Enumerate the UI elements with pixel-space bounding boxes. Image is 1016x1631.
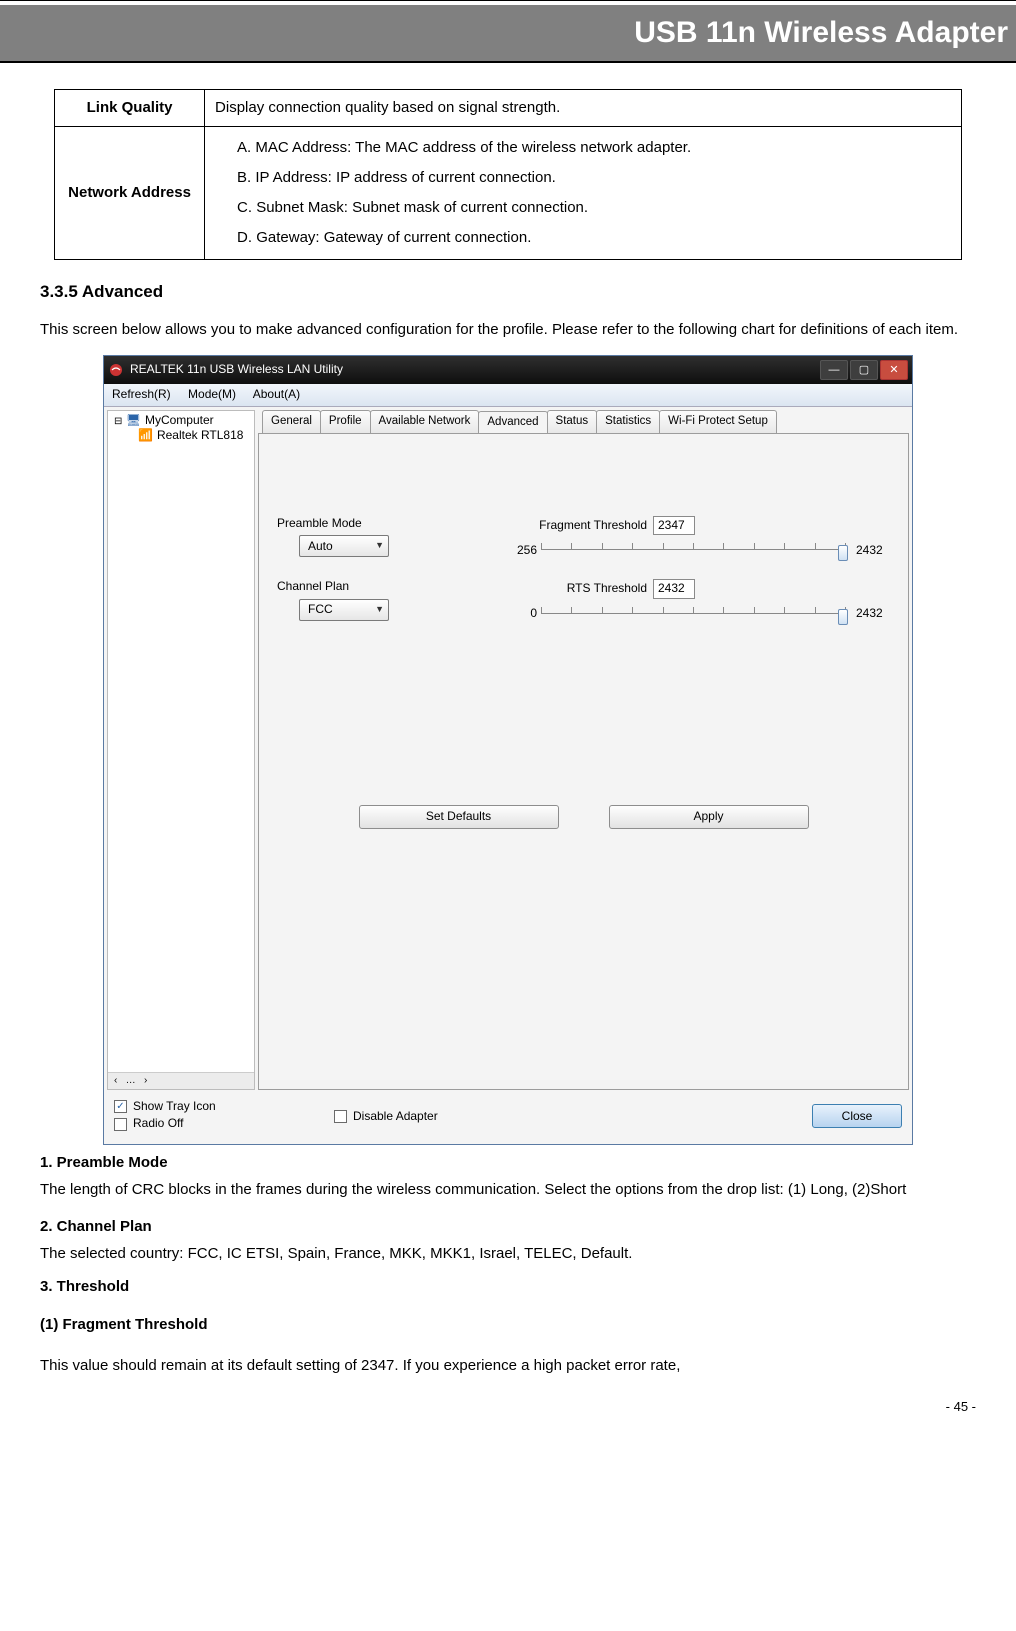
radio-off-label: Radio Off xyxy=(133,1116,183,1132)
advanced-panel: Preamble Mode Auto ▼ Fragment Threshold … xyxy=(258,433,909,1090)
preamble-text: The length of CRC blocks in the frames d… xyxy=(40,1175,976,1205)
computer-icon: 🖥 xyxy=(126,413,141,427)
menubar: Refresh(R) Mode(M) About(A) xyxy=(104,384,912,407)
subnet-line: C. Subnet Mask: Subnet mask of current c… xyxy=(237,193,951,223)
tab-available-network[interactable]: Available Network xyxy=(370,410,480,433)
tab-profile[interactable]: Profile xyxy=(320,410,371,433)
titlebar[interactable]: REALTEK 11n USB Wireless LAN Utility — ▢… xyxy=(104,356,912,384)
menu-refresh[interactable]: Refresh(R) xyxy=(112,387,171,401)
dropdown-arrow-icon: ▼ xyxy=(375,604,384,616)
gateway-line: D. Gateway: Gateway of current connectio… xyxy=(237,223,951,253)
menu-mode[interactable]: Mode(M) xyxy=(188,387,236,401)
realtek-utility-window: REALTEK 11n USB Wireless LAN Utility — ▢… xyxy=(103,355,913,1145)
tree-toggle-icon[interactable]: ⊟ xyxy=(114,416,122,427)
maximize-button[interactable]: ▢ xyxy=(850,360,878,380)
device-tree[interactable]: ⊟ 🖥 MyComputer 📶 Realtek RTL818 ‹ … › xyxy=(107,410,255,1090)
rts-threshold-value[interactable]: 2432 xyxy=(653,579,695,599)
link-quality-label: Link Quality xyxy=(55,90,205,127)
section-intro: This screen below allows you to make adv… xyxy=(40,315,976,345)
radio-off-checkbox[interactable] xyxy=(114,1118,127,1131)
preamble-dropdown[interactable]: Auto ▼ xyxy=(299,535,389,557)
tree-root[interactable]: MyComputer xyxy=(145,413,214,427)
tree-child[interactable]: Realtek RTL818 xyxy=(157,428,244,442)
section-heading: 3.3.5 Advanced xyxy=(40,278,976,305)
minimize-button[interactable]: — xyxy=(820,360,848,380)
bottom-options: ✓ Show Tray Icon Radio Off Disable Adapte… xyxy=(104,1093,912,1144)
apply-button[interactable]: Apply xyxy=(609,805,809,829)
channel-heading: 2. Channel Plan xyxy=(40,1215,976,1239)
preamble-heading: 1. Preamble Mode xyxy=(40,1151,976,1175)
page-content: Link Quality Display connection quality … xyxy=(0,69,1016,1381)
adapter-icon: 📶 xyxy=(138,428,153,442)
disable-adapter-label: Disable Adapter xyxy=(353,1109,438,1125)
preamble-value: Auto xyxy=(308,539,333,555)
channel-plan-value: FCC xyxy=(308,602,333,618)
page-header: USB 11n Wireless Adapter xyxy=(0,5,1016,63)
menu-about[interactable]: About(A) xyxy=(253,387,300,401)
tab-wifi-protect[interactable]: Wi-Fi Protect Setup xyxy=(659,410,777,433)
fragment-threshold-heading: (1) Fragment Threshold xyxy=(40,1313,976,1337)
dropdown-arrow-icon: ▼ xyxy=(375,540,384,552)
fragment-min: 256 xyxy=(497,543,537,559)
rts-slider-thumb[interactable] xyxy=(838,609,848,625)
channel-plan-dropdown[interactable]: FCC ▼ xyxy=(299,599,389,621)
network-address-desc: A. MAC Address: The MAC address of the w… xyxy=(205,127,962,260)
preamble-label: Preamble Mode xyxy=(277,516,477,532)
fragment-threshold-label: Fragment Threshold xyxy=(497,518,647,534)
mac-line: A. MAC Address: The MAC address of the w… xyxy=(237,133,951,163)
tab-general[interactable]: General xyxy=(262,410,321,433)
fragment-slider-thumb[interactable] xyxy=(838,545,848,561)
rts-min: 0 xyxy=(497,606,537,622)
window-title: REALTEK 11n USB Wireless LAN Utility xyxy=(130,362,818,378)
definitions-table: Link Quality Display connection quality … xyxy=(54,89,962,260)
tab-advanced[interactable]: Advanced xyxy=(478,411,547,434)
rts-max: 2432 xyxy=(850,606,890,622)
close-window-button[interactable]: ✕ xyxy=(880,360,908,380)
channel-plan-label: Channel Plan xyxy=(277,579,477,595)
show-tray-checkbox[interactable]: ✓ xyxy=(114,1100,127,1113)
tab-strip: General Profile Available Network Advanc… xyxy=(258,410,909,433)
threshold-heading: 3. Threshold xyxy=(40,1275,976,1299)
set-defaults-button[interactable]: Set Defaults xyxy=(359,805,559,829)
fragment-max: 2432 xyxy=(850,543,890,559)
channel-text: The selected country: FCC, IC ETSI, Spai… xyxy=(40,1239,976,1269)
link-quality-desc: Display connection quality based on sign… xyxy=(205,90,962,127)
tab-status[interactable]: Status xyxy=(547,410,598,433)
close-button[interactable]: Close xyxy=(812,1104,902,1128)
page-number: - 45 - xyxy=(0,1391,1016,1438)
rts-slider[interactable] xyxy=(541,603,846,625)
fragment-threshold-text: This value should remain at its default … xyxy=(40,1351,976,1381)
disable-adapter-checkbox[interactable] xyxy=(334,1110,347,1123)
fragment-threshold-value[interactable]: 2347 xyxy=(653,516,695,536)
network-address-label: Network Address xyxy=(55,127,205,260)
fragment-slider[interactable] xyxy=(541,539,846,561)
tab-statistics[interactable]: Statistics xyxy=(596,410,660,433)
rts-threshold-label: RTS Threshold xyxy=(497,581,647,597)
show-tray-label: Show Tray Icon xyxy=(133,1099,216,1115)
tree-scrollbar[interactable]: ‹ … › xyxy=(108,1072,254,1089)
app-icon xyxy=(108,362,124,378)
ip-line: B. IP Address: IP address of current con… xyxy=(237,163,951,193)
